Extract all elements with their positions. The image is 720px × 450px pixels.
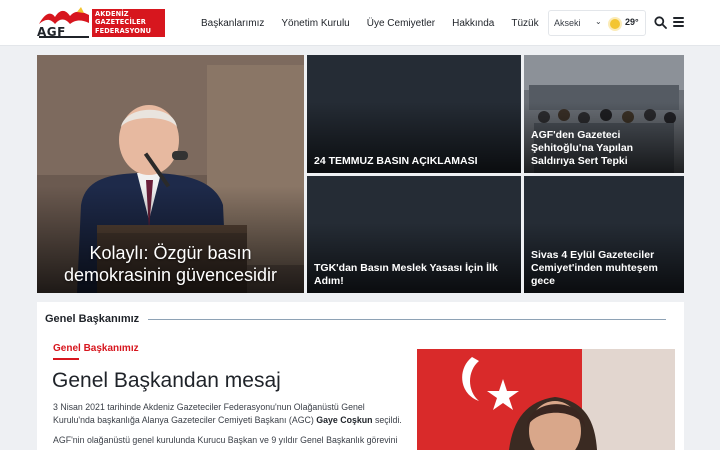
site-header: AGF AKDENİZ GAZETECİLER FEDERASYONU Başk… [0,0,720,46]
temperature: 29° [625,17,639,27]
news-card-title: 24 TEMMUZ BASIN AÇIKLAMASI [314,155,478,167]
section-heading: Genel Başkanımız [45,313,140,325]
news-card-title: AGF'den Gazeteci Şehitoğlu'na Yapılan Sa… [531,129,634,167]
article-paragraph: 3 Nisan 2021 tarihinde Akdeniz Gazetecil… [53,401,403,426]
sun-icon [610,19,620,29]
nav-item-hakkinda[interactable]: Hakkında [452,18,494,29]
paragraph-end: seçildi. [372,414,402,425]
chevron-down-icon: ⌄ [595,17,602,26]
article-paragraph-2: AGF'nin olağanüstü genel kurulunda Kuruc… [53,435,398,445]
section-divider [148,319,666,320]
nav-item-uye-cemiyetler[interactable]: Üye Cemiyetler [367,18,435,29]
president-section: Genel Başkanımız Genel Başkanımız Genel … [37,302,684,450]
news-card[interactable]: Sivas 4 Eylül Gazeteciler Cemiyet'inden … [524,176,684,293]
news-card-title: TGK'dan Basın Meslek Yasası İçin İlk Adı… [314,262,498,287]
nav-item-baskanlarimiz[interactable]: Başkanlarımız [201,18,264,29]
news-card-title: Sivas 4 Eylül Gazeteciler Cemiyet'inden … [531,249,658,287]
main-nav: Başkanlarımız Yönetim Kurulu Üye Cemiyet… [201,0,539,46]
logo-line-2: GAZETECİLER [95,18,146,27]
nav-item-yonetim-kurulu[interactable]: Yönetim Kurulu [281,18,349,29]
news-card[interactable]: 24 TEMMUZ BASIN AÇIKLAMASI [307,55,521,173]
president-name: Gaye Coşkun [316,414,373,425]
news-card[interactable]: AGF'den Gazeteci Şehitoğlu'na Yapılan Sa… [524,55,684,173]
article-headline[interactable]: Genel Başkandan mesaj [52,369,281,393]
agf-logo[interactable]: AGF AKDENİZ GAZETECİLER FEDERASYONU [37,7,165,39]
search-icon[interactable] [654,16,667,29]
logo-name-box: AKDENİZ GAZETECİLER FEDERASYONU [92,9,165,37]
kicker-underline [53,358,79,360]
logo-line-3: FEDERASYONU [95,26,152,35]
weather-city-select[interactable]: Akseki ⌄ 29° [548,10,646,36]
nav-item-tuzuk[interactable]: Tüzük [511,18,538,29]
portrait-photo [417,349,675,450]
logo-mark-text: AGF [37,25,66,39]
news-card-title: Kolaylı: Özgür basın demokrasinin güvenc… [63,243,278,285]
hamburger-menu-icon[interactable] [673,17,685,28]
news-card-main[interactable]: Kolaylı: Özgür basın demokrasinin güvenc… [37,55,304,293]
article-kicker[interactable]: Genel Başkanımız [53,343,139,354]
president-portrait [417,349,675,450]
city-name: Akseki [554,18,581,28]
news-card[interactable]: TGK'dan Basın Meslek Yasası İçin İlk Adı… [307,176,521,293]
